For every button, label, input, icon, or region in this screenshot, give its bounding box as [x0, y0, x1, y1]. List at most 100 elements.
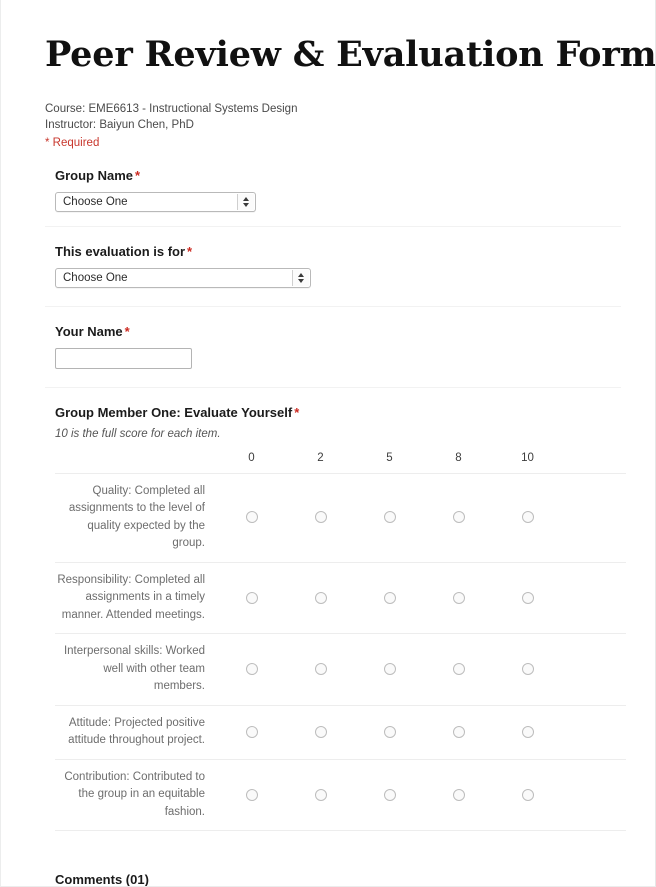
rating-row-trailing-spacer	[562, 633, 626, 705]
radio-button[interactable]	[521, 788, 534, 801]
your-name-label-text: Your Name	[55, 323, 123, 339]
rating-option-cell[interactable]	[355, 758, 424, 831]
rating-option-cell[interactable]	[424, 472, 493, 562]
required-asterisk: *	[124, 323, 130, 339]
rating-option-cell[interactable]	[286, 758, 355, 831]
question-your-name: Your Name *	[45, 307, 621, 388]
question-evaluation-for: This evaluation is for * Choose One	[45, 227, 621, 307]
rating-option-cell[interactable]	[217, 704, 286, 759]
required-note: * Required	[45, 136, 100, 149]
rating-section-label-text: Group Member One: Evaluate Yourself	[55, 404, 293, 420]
radio-button[interactable]	[314, 788, 327, 801]
rating-option-cell[interactable]	[286, 704, 355, 759]
evaluation-for-label: This evaluation is for *	[55, 243, 621, 261]
rating-option-cell[interactable]	[355, 633, 424, 705]
evaluation-for-select[interactable]: Choose One	[55, 267, 311, 288]
chevron-up-icon	[243, 196, 249, 201]
table-row: Interpersonal skills: Worked well with o…	[55, 633, 626, 705]
rating-option-cell[interactable]	[493, 704, 562, 759]
rating-option-cell[interactable]	[286, 561, 355, 634]
rating-option-cell[interactable]	[217, 633, 286, 705]
rating-option-cell[interactable]	[217, 758, 286, 831]
radio-button[interactable]	[452, 511, 465, 524]
form-page: Peer Review & Evaluation Form Course: EM…	[0, 0, 656, 887]
rating-row-trailing-spacer	[562, 472, 626, 562]
radio-button[interactable]	[383, 511, 396, 524]
rating-row-label: Attitude: Projected positive attitude th…	[55, 704, 217, 759]
radio-button[interactable]	[314, 591, 327, 604]
form-content: Peer Review & Evaluation Form Course: EM…	[1, 0, 656, 887]
radio-button[interactable]	[521, 511, 534, 524]
group-name-select[interactable]: Choose One	[55, 191, 256, 212]
radio-button[interactable]	[314, 725, 327, 738]
required-asterisk: *	[135, 167, 141, 183]
radio-button[interactable]	[521, 663, 534, 676]
your-name-input[interactable]	[55, 347, 192, 369]
rating-option-cell[interactable]	[424, 561, 493, 634]
chevron-down-icon	[298, 278, 304, 283]
question-group-name: Group Name * Choose One	[45, 158, 621, 227]
table-row: Contribution: Contributed to the group i…	[55, 758, 626, 831]
radio-button[interactable]	[245, 788, 258, 801]
radio-button[interactable]	[314, 663, 327, 676]
radio-button[interactable]	[521, 725, 534, 738]
group-name-label: Group Name *	[55, 167, 621, 185]
rating-option-cell[interactable]	[355, 704, 424, 759]
your-name-label: Your Name *	[55, 323, 621, 341]
radio-button[interactable]	[383, 663, 396, 676]
rating-option-cell[interactable]	[424, 758, 493, 831]
rating-section-label: Group Member One: Evaluate Yourself *	[55, 404, 621, 422]
table-row: Attitude: Projected positive attitude th…	[55, 704, 626, 759]
rating-option-cell[interactable]	[217, 472, 286, 562]
radio-button[interactable]	[383, 788, 396, 801]
rating-row-trailing-spacer	[562, 758, 626, 831]
page-title: Peer Review & Evaluation Form	[45, 34, 656, 75]
radio-button[interactable]	[245, 511, 258, 524]
rating-option-cell[interactable]	[286, 633, 355, 705]
rating-row-label: Interpersonal skills: Worked well with o…	[55, 633, 217, 705]
rating-row-label: Contribution: Contributed to the group i…	[55, 758, 217, 831]
scale-header-row: 0 2 5 8 10	[55, 452, 626, 474]
rating-option-cell[interactable]	[286, 472, 355, 562]
rating-option-cell[interactable]	[493, 561, 562, 634]
radio-button[interactable]	[245, 663, 258, 676]
chevron-up-icon	[298, 272, 304, 277]
radio-button[interactable]	[452, 725, 465, 738]
radio-button[interactable]	[245, 591, 258, 604]
radio-button[interactable]	[314, 511, 327, 524]
radio-button[interactable]	[383, 725, 396, 738]
scale-header-2: 2	[317, 451, 324, 464]
rating-grid-body: Quality: Completed all assignments to th…	[55, 472, 626, 831]
radio-button[interactable]	[245, 725, 258, 738]
rating-option-cell[interactable]	[493, 758, 562, 831]
required-asterisk: *	[187, 243, 193, 259]
group-name-selected-value: Choose One	[63, 195, 128, 208]
radio-button[interactable]	[521, 591, 534, 604]
rating-row-label: Quality: Completed all assignments to th…	[55, 472, 217, 562]
rating-option-cell[interactable]	[355, 561, 424, 634]
rating-row-label: Responsibility: Completed all assignment…	[55, 561, 217, 634]
rating-grid: 0 2 5 8 10 Quality: Completed all assign…	[55, 452, 626, 832]
rating-option-cell[interactable]	[493, 472, 562, 562]
comments-title: Comments (01)	[55, 872, 149, 887]
stepper-arrows-icon[interactable]	[237, 193, 254, 210]
rating-option-cell[interactable]	[424, 704, 493, 759]
stepper-arrows-icon[interactable]	[292, 269, 309, 286]
scale-header-8: 8	[455, 451, 462, 464]
rating-grid-head: 0 2 5 8 10	[55, 452, 626, 474]
chevron-down-icon	[243, 202, 249, 207]
rating-option-cell[interactable]	[493, 633, 562, 705]
rating-row-trailing-spacer	[562, 561, 626, 634]
radio-button[interactable]	[452, 591, 465, 604]
instructor-line: Instructor: Baiyun Chen, PhD	[45, 119, 194, 131]
radio-button[interactable]	[452, 663, 465, 676]
radio-button[interactable]	[383, 591, 396, 604]
table-row: Responsibility: Completed all assignment…	[55, 561, 626, 634]
rating-option-cell[interactable]	[217, 561, 286, 634]
rating-row-trailing-spacer	[562, 704, 626, 759]
radio-button[interactable]	[452, 788, 465, 801]
rating-option-cell[interactable]	[355, 472, 424, 562]
rating-option-cell[interactable]	[424, 633, 493, 705]
course-line: Course: EME6613 - Instructional Systems …	[45, 102, 298, 115]
course-meta: Course: EME6613 - Instructional Systems …	[45, 101, 621, 152]
